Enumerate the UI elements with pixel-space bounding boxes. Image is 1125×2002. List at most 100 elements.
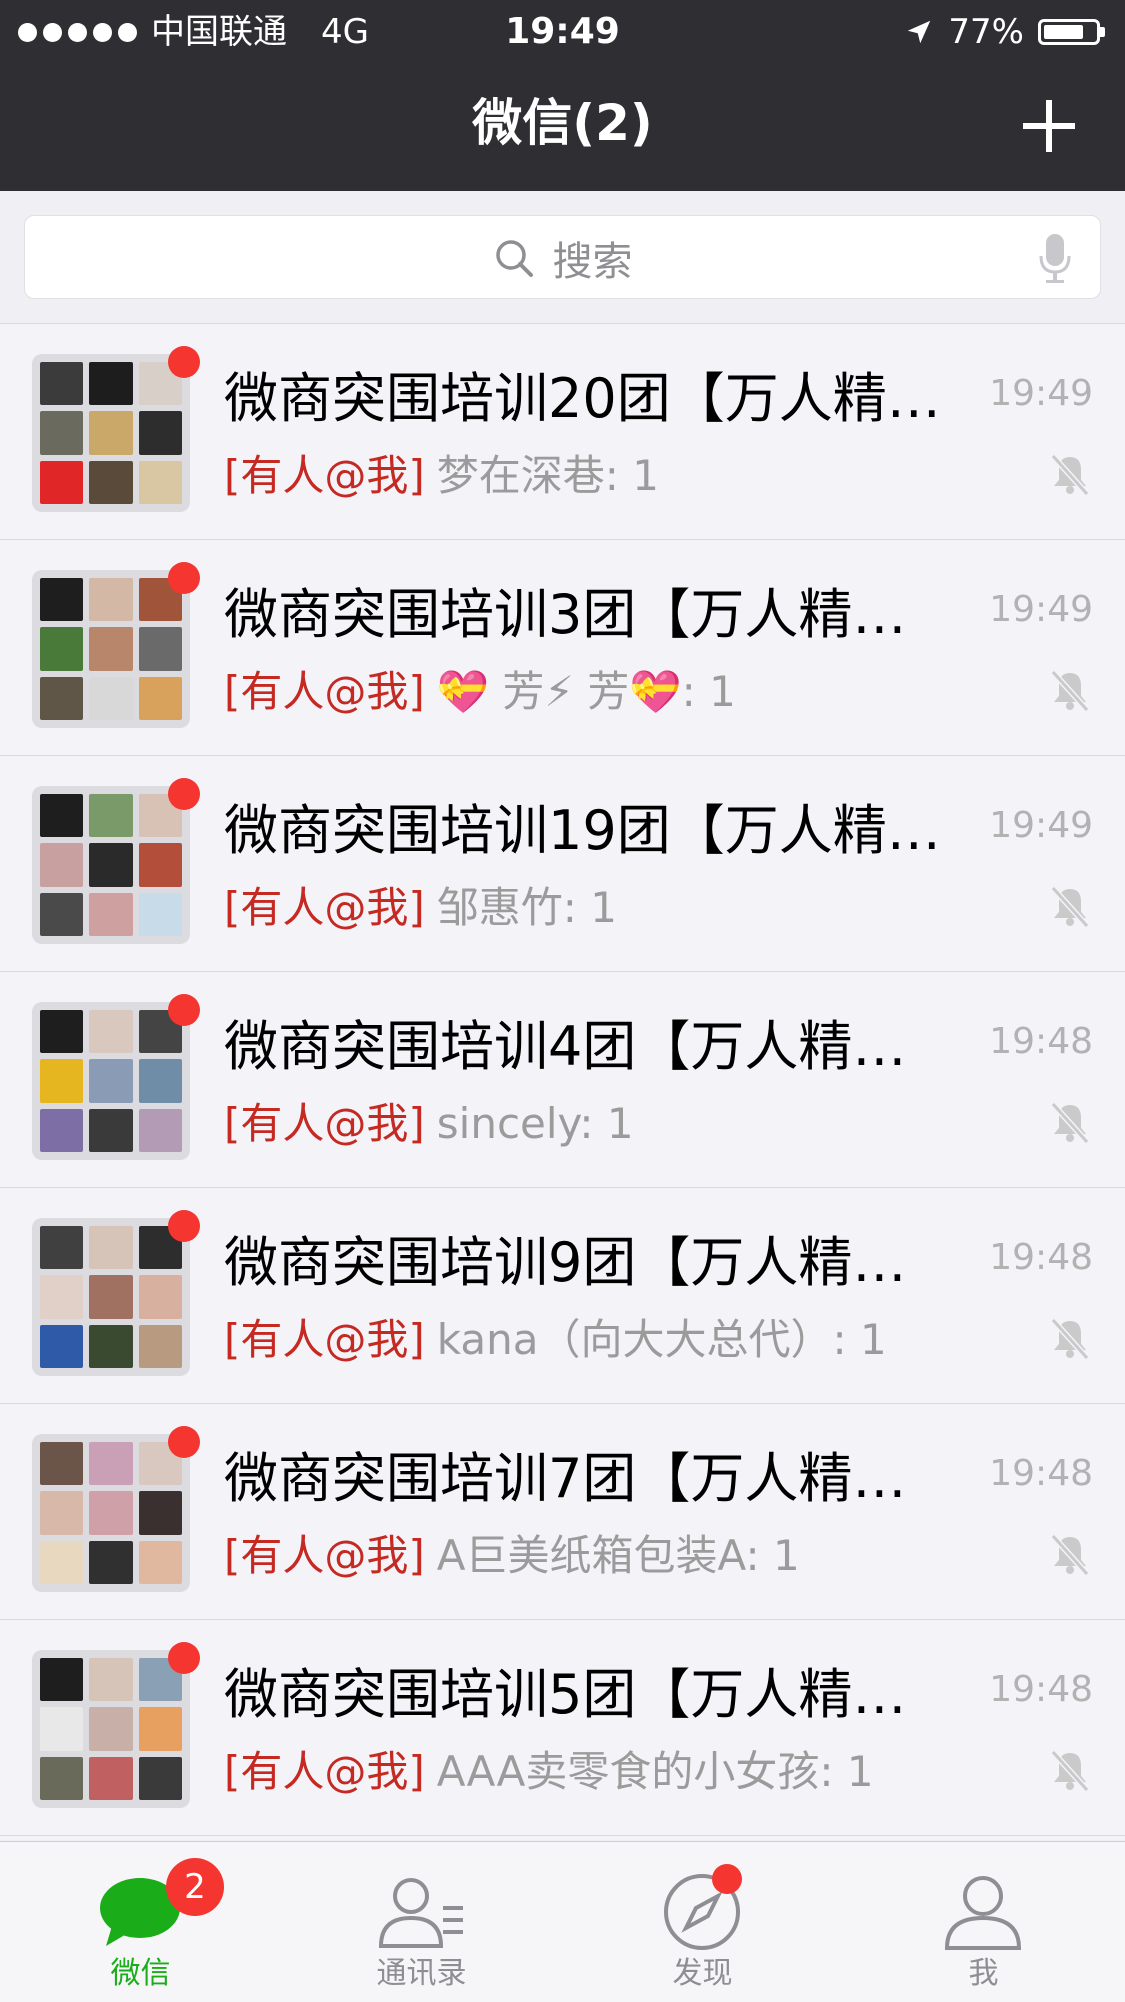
tab-1[interactable]: 通讯录 bbox=[281, 1842, 562, 2002]
chat-title: 微商突围培训20团【万人精… bbox=[224, 367, 941, 430]
avatar-tile bbox=[89, 460, 133, 504]
preview-text: sincely: 1 bbox=[436, 1099, 634, 1148]
avatar-tile bbox=[89, 1707, 133, 1751]
avatar-tile bbox=[138, 1059, 182, 1103]
battery-fill bbox=[1044, 25, 1083, 39]
avatar-tile bbox=[89, 1108, 133, 1152]
avatar-tile bbox=[89, 1226, 133, 1270]
avatar-tile bbox=[138, 1108, 182, 1152]
preview-text: 梦在深巷: 1 bbox=[436, 451, 660, 500]
group-avatar bbox=[32, 1002, 190, 1160]
chat-preview: [有人@我] A巨美纸箱包装A: 1 bbox=[224, 1526, 1004, 1586]
avatar-tile bbox=[89, 627, 133, 671]
unread-dot bbox=[168, 346, 200, 378]
contacts-icon bbox=[378, 1878, 463, 1948]
avatar-tile bbox=[138, 460, 182, 504]
avatar-tile bbox=[89, 1756, 133, 1800]
preview-text: 邹惠竹: 1 bbox=[436, 883, 618, 932]
avatar-tile bbox=[40, 1658, 84, 1702]
tab-bar: 微信 2 通讯录 发现 我 bbox=[0, 1841, 1125, 2002]
avatar-tile bbox=[138, 1275, 182, 1319]
group-avatar bbox=[32, 570, 190, 728]
mute-bell-icon bbox=[1050, 453, 1090, 497]
tab-0[interactable]: 微信 2 bbox=[0, 1842, 281, 2002]
avatar-tile bbox=[138, 1540, 182, 1584]
mute-bell-icon bbox=[1050, 885, 1090, 929]
avatar-tile bbox=[138, 1324, 182, 1368]
avatar-tile bbox=[40, 362, 84, 406]
avatar-tile bbox=[89, 892, 133, 936]
avatar-tile bbox=[40, 892, 84, 936]
mention-tag: [有人@我] bbox=[224, 667, 425, 716]
chat-row[interactable]: 微商突围培训19团【万人精… 19:49 [有人@我] 邹惠竹: 1 bbox=[0, 756, 1125, 972]
tab-label: 我 bbox=[968, 1956, 999, 1991]
avatar-tile bbox=[40, 460, 84, 504]
unread-dot bbox=[168, 1426, 200, 1458]
preview-text: AAA卖零食的小女孩: 1 bbox=[436, 1747, 874, 1796]
avatar-tile bbox=[89, 362, 133, 406]
unread-dot bbox=[168, 562, 200, 594]
chat-preview: [有人@我] 💝 芳⚡ 芳💝: 1 bbox=[224, 662, 1004, 722]
group-avatar bbox=[32, 786, 190, 944]
chat-row[interactable]: 微商突围培训3团【万人精英】 19:49 [有人@我] 💝 芳⚡ 芳💝: 1 bbox=[0, 540, 1125, 756]
search-icon bbox=[495, 240, 533, 277]
preview-text: 💝 芳⚡ 芳💝: 1 bbox=[436, 667, 736, 716]
tab-label: 微信 bbox=[110, 1956, 171, 1991]
mention-tag: [有人@我] bbox=[224, 883, 425, 932]
chat-time: 19:49 bbox=[989, 589, 1093, 630]
tab-3[interactable]: 我 bbox=[843, 1842, 1124, 2002]
chat-time: 19:48 bbox=[989, 1453, 1093, 1494]
avatar-tile bbox=[40, 1275, 84, 1319]
chat-preview: [有人@我] AAA卖零食的小女孩: 1 bbox=[224, 1742, 1004, 1802]
new-dot bbox=[712, 1864, 742, 1894]
avatar-tile bbox=[89, 578, 133, 622]
mute-bell-icon bbox=[1050, 1533, 1090, 1577]
tab-label: 通讯录 bbox=[376, 1956, 467, 1991]
chat-row[interactable]: 微商突围培训4团【万人精英】 19:48 [有人@我] sincely: 1 bbox=[0, 972, 1125, 1188]
avatar-tile bbox=[89, 794, 133, 838]
tab-2[interactable]: 发现 bbox=[562, 1842, 843, 2002]
chat-time: 19:49 bbox=[989, 373, 1093, 414]
avatar-tile bbox=[89, 1491, 133, 1535]
search-placeholder: 搜索 bbox=[552, 239, 633, 285]
avatar-tile bbox=[89, 1442, 133, 1486]
chat-row[interactable]: 微商突围培训9团【万人精英】 19:48 [有人@我] kana（向大大总代）: 1 bbox=[0, 1188, 1125, 1404]
chat-row[interactable]: 微商突围培训7团【万人精英】 19:48 [有人@我] A巨美纸箱包装A: 1 bbox=[0, 1404, 1125, 1620]
chat-title: 微商突围培训5团【万人精英】 bbox=[224, 1663, 954, 1726]
tab-label: 发现 bbox=[672, 1956, 733, 1991]
mention-tag: [有人@我] bbox=[224, 1099, 425, 1148]
group-avatar bbox=[32, 1434, 190, 1592]
chat-row[interactable]: 微商突围培训5团【万人精英】 19:48 [有人@我] AAA卖零食的小女孩: 1 bbox=[0, 1620, 1125, 1836]
preview-text: kana（向大大总代）: 1 bbox=[436, 1315, 887, 1364]
avatar-tile bbox=[89, 1059, 133, 1103]
avatar-tile bbox=[89, 1540, 133, 1584]
search-area: 搜索 bbox=[0, 191, 1125, 324]
person-icon bbox=[944, 1876, 1022, 1950]
avatar-tile bbox=[138, 1491, 182, 1535]
avatar-tile bbox=[40, 627, 84, 671]
avatar-tile bbox=[40, 411, 84, 455]
chat-time: 19:49 bbox=[989, 805, 1093, 846]
group-avatar bbox=[32, 354, 190, 512]
unread-dot bbox=[168, 1210, 200, 1242]
microphone-icon[interactable] bbox=[1038, 232, 1072, 284]
chat-row[interactable]: 微商突围培训20团【万人精… 19:49 [有人@我] 梦在深巷: 1 bbox=[0, 324, 1125, 540]
avatar-tile bbox=[40, 1324, 84, 1368]
avatar-tile bbox=[138, 1756, 182, 1800]
plus-icon[interactable] bbox=[1021, 98, 1077, 154]
avatar-tile bbox=[40, 843, 84, 887]
avatar-tile bbox=[40, 1756, 84, 1800]
unread-dot bbox=[168, 1642, 200, 1674]
app-header: 中国联通 4G 19:49 77% 微信(2) bbox=[0, 0, 1125, 191]
search-input[interactable]: 搜索 bbox=[24, 215, 1101, 299]
mute-bell-icon bbox=[1050, 1749, 1090, 1793]
chat-preview: [有人@我] 梦在深巷: 1 bbox=[224, 446, 1004, 506]
mention-tag: [有人@我] bbox=[224, 1315, 425, 1364]
chat-preview: [有人@我] kana（向大大总代）: 1 bbox=[224, 1310, 1004, 1370]
location-arrow-icon bbox=[908, 20, 931, 44]
chat-time: 19:48 bbox=[989, 1021, 1093, 1062]
chat-title: 微商突围培训19团【万人精… bbox=[224, 799, 941, 862]
status-right: 77% bbox=[904, 0, 1105, 64]
mention-tag: [有人@我] bbox=[224, 1531, 425, 1580]
battery-percent: 77% bbox=[948, 12, 1024, 52]
